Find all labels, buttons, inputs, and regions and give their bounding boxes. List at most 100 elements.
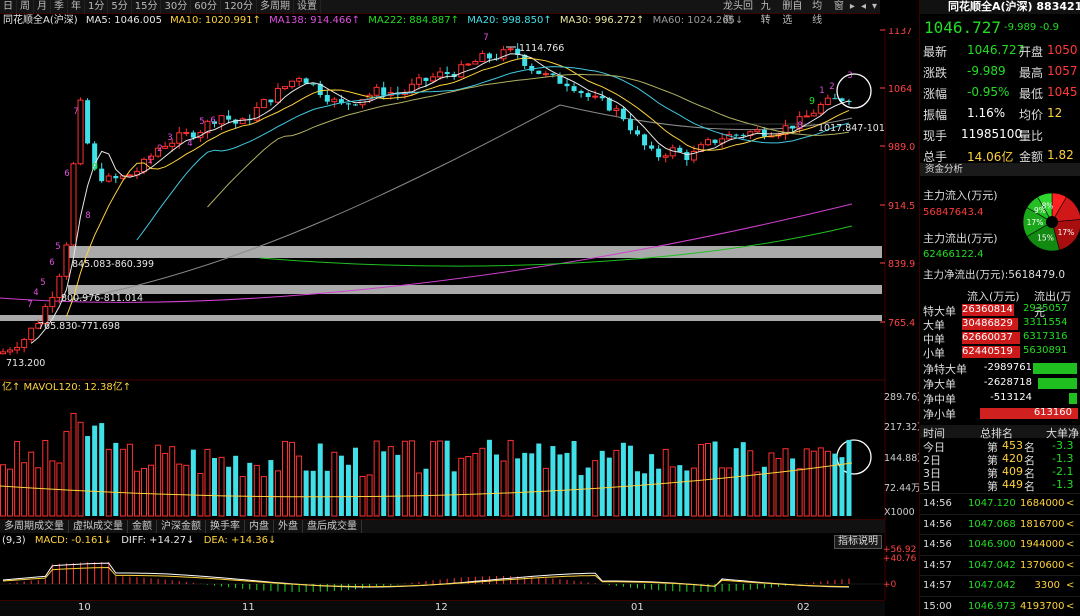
macd-axis-label: +0 bbox=[883, 580, 897, 590]
indicator-tab[interactable]: 外盘 bbox=[274, 520, 303, 533]
volume-bar bbox=[796, 468, 803, 517]
flow-out-value: 5630891 bbox=[1023, 345, 1068, 356]
volume-bar bbox=[77, 421, 84, 517]
quote-row: 振幅 1.16% 均价 12 bbox=[923, 106, 1080, 125]
volume-bar bbox=[204, 448, 211, 517]
volume-bar bbox=[415, 472, 422, 517]
volume-bar bbox=[733, 448, 739, 516]
candle-body bbox=[49, 296, 56, 308]
quote-key: 现手 bbox=[923, 129, 948, 143]
period-tab[interactable]: 月 bbox=[34, 0, 51, 14]
price-axis-label: 765.4 bbox=[888, 318, 915, 329]
period-tab[interactable]: 周 bbox=[17, 0, 34, 14]
rank-row: 2日第 420 名 -1.3 bbox=[920, 452, 1080, 467]
indicator-tab[interactable]: 盘后成交量 bbox=[303, 520, 362, 533]
ma222-label: MA222: 884.887↑ bbox=[368, 15, 460, 26]
indicator-tab[interactable]: 换手率 bbox=[206, 520, 245, 533]
candle-body bbox=[649, 145, 655, 149]
indicator-tab[interactable]: 沪深金额 bbox=[157, 520, 206, 533]
rank-row: 3日第 409 名 -2.1 bbox=[920, 465, 1080, 480]
macd-axis-label: +40.76 bbox=[883, 554, 917, 564]
volume-bar bbox=[183, 464, 190, 517]
candle-body bbox=[21, 339, 28, 348]
period-tab[interactable]: 60分 bbox=[191, 0, 221, 14]
candle-body bbox=[542, 73, 549, 76]
volume-bar bbox=[63, 430, 70, 517]
dea-value: DEA: +14.36↓ bbox=[203, 535, 277, 546]
tick-time: 14:56 bbox=[923, 518, 952, 530]
tick-row: 14:57 1047.042 3300 < bbox=[920, 575, 1080, 595]
period-toolbar: 日周月季年 1分 5分 15分 30分 60分 120分 多周期 设置 龙头回测 九转 删自选 均线窗 ▸… bbox=[0, 0, 880, 26]
volume-bar bbox=[832, 453, 838, 516]
flow-in-header: 流入(万元) bbox=[967, 290, 1020, 303]
pie-label: 8% bbox=[1042, 202, 1054, 211]
volume-bar bbox=[28, 451, 35, 517]
candle-body bbox=[430, 76, 437, 82]
candle-body bbox=[141, 158, 147, 173]
period-tab[interactable]: 季 bbox=[51, 0, 68, 14]
candle-body bbox=[669, 147, 676, 157]
nine-count-marker: 4 bbox=[187, 139, 192, 149]
period-tab[interactable]: 日 bbox=[0, 0, 17, 14]
rank-prefix: 第 bbox=[987, 480, 998, 493]
nine-count-marker: 6 bbox=[210, 116, 215, 126]
nine-count-marker: 8 bbox=[85, 211, 90, 221]
nine-count-marker: 5 bbox=[55, 242, 60, 252]
rank-net-value: -1.3 bbox=[1052, 452, 1074, 465]
rank-unit: 名 bbox=[1024, 480, 1035, 493]
tick-volume: 1944000 bbox=[1020, 539, 1065, 550]
indicator-tab[interactable]: 虚拟成交量 bbox=[69, 520, 128, 533]
indicator-help-button[interactable]: 指标说明 bbox=[834, 535, 882, 549]
volume-axis-label: 289.76万 bbox=[884, 392, 919, 403]
macd-params: (9,3) bbox=[2, 535, 26, 546]
volume-bar bbox=[479, 447, 486, 517]
net-row-value: 613160 bbox=[1033, 407, 1072, 418]
capital-analysis-header[interactable]: 资金分析 bbox=[920, 163, 1080, 176]
period-tab[interactable]: 15分 bbox=[132, 0, 162, 14]
candle-body bbox=[585, 93, 591, 97]
macd-value: MACD: -0.161↓ bbox=[34, 535, 113, 546]
period-tab[interactable]: 5分 bbox=[108, 0, 132, 14]
tick-direction-icon: < bbox=[1066, 498, 1075, 509]
indicator-tab[interactable]: 多周期成交量 bbox=[0, 520, 69, 533]
rank-net-value: -2.1 bbox=[1052, 465, 1074, 478]
period-tab[interactable]: 120分 bbox=[221, 0, 258, 14]
flow-in-bar: 62660037 bbox=[962, 332, 1020, 344]
tick-price: 1047.042 bbox=[968, 580, 1016, 591]
flow-table-header: 流入(万元) 流出(万元 bbox=[920, 288, 1080, 319]
flow-out-value: 2935057 bbox=[1023, 303, 1068, 314]
period-tab[interactable]: 多周期 bbox=[257, 0, 295, 14]
quote-key-2: 最低 bbox=[1019, 87, 1044, 101]
kline-chart[interactable]: 11371064989.0914.5839.9765.41114.766713.… bbox=[0, 28, 919, 600]
period-tab[interactable]: 30分 bbox=[161, 0, 192, 14]
period-tab[interactable]: 设置 bbox=[294, 0, 322, 14]
nine-count-marker: 9 bbox=[809, 96, 815, 107]
volume-bar bbox=[747, 450, 754, 517]
period-tab[interactable]: 1分 bbox=[85, 0, 109, 14]
indicator-tab[interactable]: 金额 bbox=[128, 520, 157, 533]
volume-bar bbox=[373, 440, 380, 517]
candle-body bbox=[677, 147, 683, 153]
candle-body bbox=[70, 163, 77, 246]
flow-row: 小单 62440519 5630891 bbox=[920, 345, 1080, 360]
period-tab[interactable]: 年 bbox=[68, 0, 85, 14]
volume-bar bbox=[233, 455, 239, 516]
nine-count-marker: 7 bbox=[73, 107, 78, 117]
tick-row: 14:56 1047.068 1816700 < bbox=[920, 513, 1080, 534]
volume-bar bbox=[458, 457, 465, 517]
volume-bar bbox=[578, 475, 584, 516]
candle-body bbox=[162, 145, 169, 149]
tick-volume: 4193700 bbox=[1020, 600, 1065, 612]
rank-net-value: -1.3 bbox=[1052, 478, 1074, 491]
nine-count-marker: 5 bbox=[199, 117, 204, 127]
volume-bar bbox=[677, 465, 683, 516]
volume-bar bbox=[395, 454, 401, 516]
ma10-line bbox=[65, 57, 850, 317]
indicator-tab[interactable]: 内盘 bbox=[245, 520, 274, 533]
quote-value: 1.16% bbox=[967, 106, 1006, 120]
volume-bar bbox=[253, 464, 260, 517]
tick-time: 14:57 bbox=[923, 580, 952, 591]
candle-body bbox=[620, 108, 626, 120]
net-flow-bar bbox=[1033, 363, 1077, 374]
candle-body bbox=[817, 103, 824, 114]
